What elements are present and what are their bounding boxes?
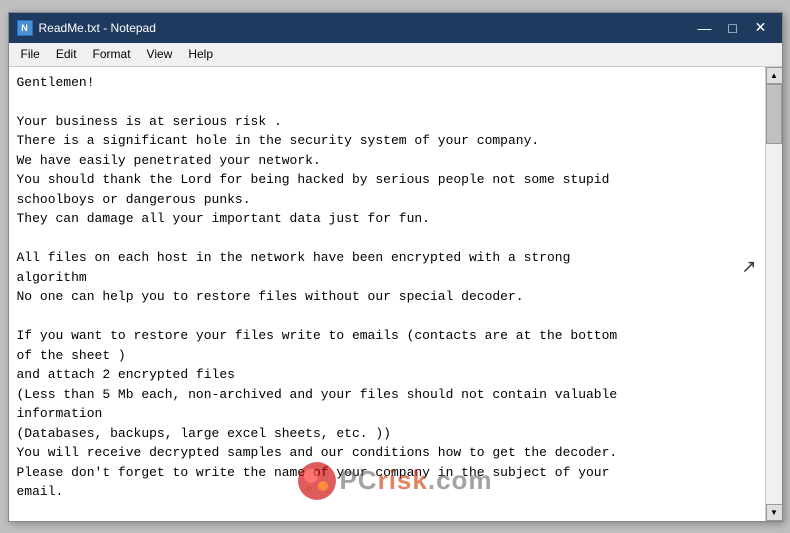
notepad-window: N ReadMe.txt - Notepad — □ ✕ File Edit F… — [8, 12, 783, 522]
scrollbar[interactable]: ▲ ▼ — [765, 67, 782, 521]
window-title: ReadMe.txt - Notepad — [39, 21, 156, 35]
minimize-button[interactable]: — — [692, 18, 718, 38]
menu-edit[interactable]: Edit — [48, 43, 85, 65]
menu-file[interactable]: File — [13, 43, 48, 65]
content-area: Gentlemen! Your business is at serious r… — [9, 67, 782, 521]
app-icon: N — [17, 20, 33, 36]
title-controls: — □ ✕ — [692, 18, 774, 38]
title-bar: N ReadMe.txt - Notepad — □ ✕ — [9, 13, 782, 43]
scroll-down-button[interactable]: ▼ — [766, 504, 782, 521]
menu-view[interactable]: View — [139, 43, 181, 65]
maximize-button[interactable]: □ — [720, 18, 746, 38]
close-button[interactable]: ✕ — [748, 18, 774, 38]
menu-bar: File Edit Format View Help — [9, 43, 782, 67]
menu-help[interactable]: Help — [180, 43, 221, 65]
scroll-thumb[interactable] — [766, 84, 782, 144]
title-bar-left: N ReadMe.txt - Notepad — [17, 20, 156, 36]
menu-format[interactable]: Format — [85, 43, 139, 65]
scroll-track[interactable] — [766, 84, 782, 504]
text-content[interactable]: Gentlemen! Your business is at serious r… — [9, 67, 765, 521]
scroll-up-button[interactable]: ▲ — [766, 67, 782, 84]
app-icon-letter: N — [21, 23, 28, 33]
